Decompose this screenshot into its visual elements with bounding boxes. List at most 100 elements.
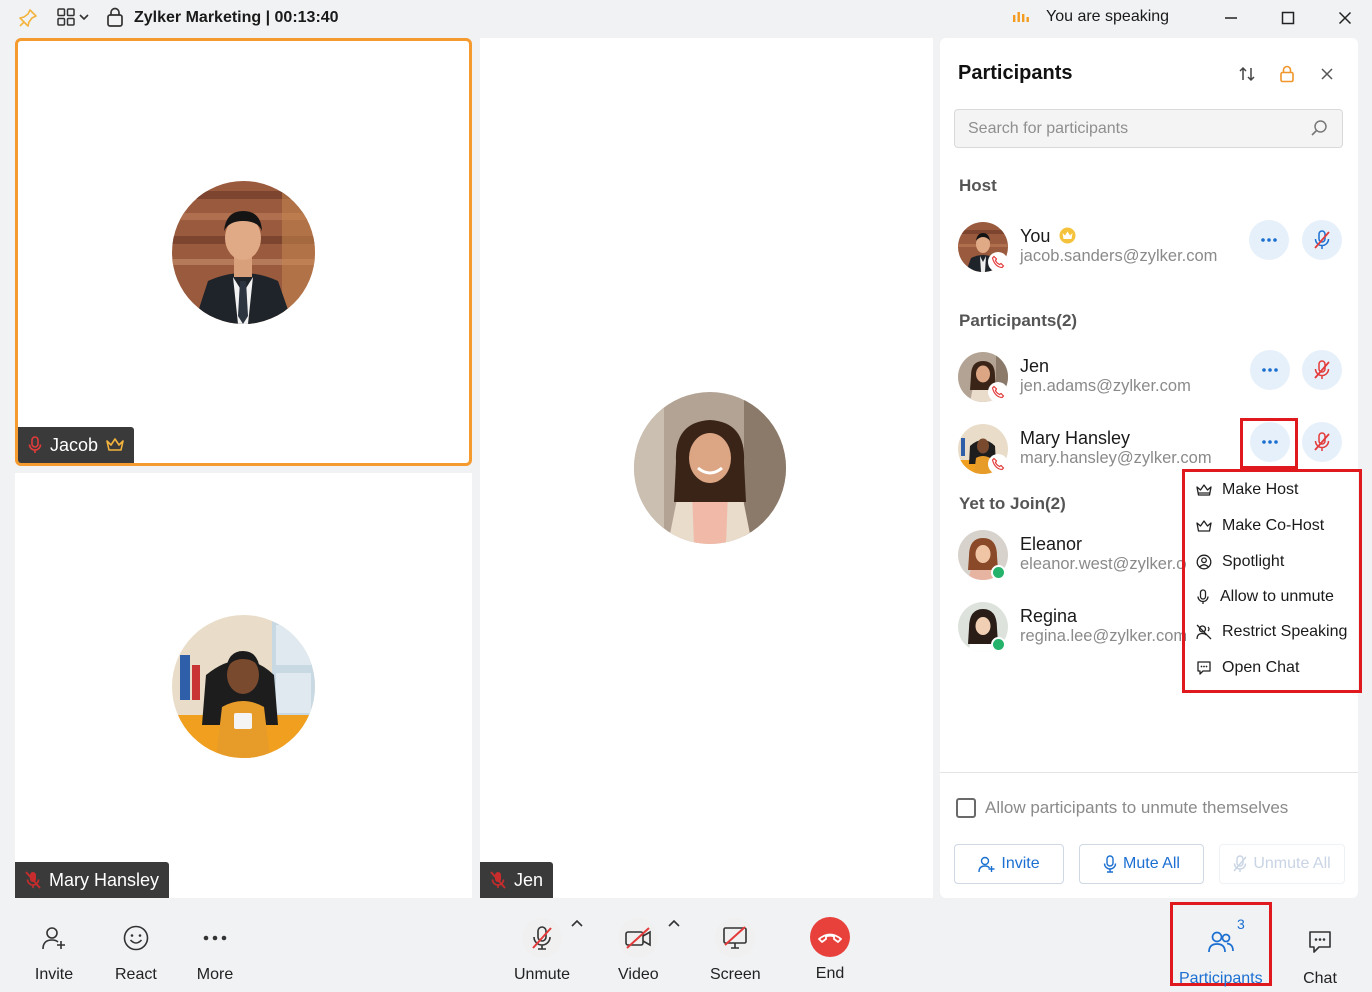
chevron-up-icon — [571, 919, 583, 927]
allow-unmute-checkbox[interactable] — [956, 798, 976, 818]
layout-switcher[interactable] — [57, 8, 89, 26]
video-tile-mary[interactable]: Mary Hansley — [15, 473, 472, 898]
mute-toggle-button[interactable] — [1302, 422, 1342, 462]
mute-toggle-button[interactable] — [1302, 220, 1342, 260]
spotlight-icon — [1196, 554, 1212, 570]
meeting-timer: 00:13:40 — [274, 9, 339, 26]
microphone-muted-icon — [1314, 230, 1330, 249]
add-user-icon — [978, 856, 995, 872]
more-dots-icon — [1262, 368, 1278, 372]
participant-name: Mary Hansley — [49, 869, 160, 890]
pin-icon[interactable] — [17, 7, 39, 29]
microphone-icon — [1103, 855, 1117, 873]
react-tool-button[interactable]: React — [115, 918, 157, 984]
phone-icon — [988, 252, 1008, 272]
video-tool-button[interactable]: Video — [618, 918, 659, 984]
more-dots-icon — [203, 935, 227, 941]
panel-title: Participants — [958, 62, 1073, 84]
host-crown-icon — [1059, 227, 1076, 244]
search-icon[interactable] — [1310, 119, 1328, 137]
mute-toggle-button[interactable] — [1302, 350, 1342, 390]
microphone-muted-icon — [1314, 432, 1330, 451]
search-input[interactable] — [955, 110, 1295, 147]
participant-row-jen[interactable]: Jen jen.adams@zylker.com — [956, 350, 1346, 408]
sort-icon — [1239, 66, 1255, 82]
microphone-icon — [28, 436, 42, 453]
mute-all-button-label: Mute All — [1123, 855, 1180, 872]
screen-share-tool-button[interactable]: Screen — [710, 918, 761, 984]
screen-share-off-icon — [723, 926, 748, 949]
video-tile-jen[interactable]: Jen — [480, 38, 933, 898]
chat-tool-button[interactable]: Chat — [1300, 922, 1340, 988]
participant-name: Eleanor — [1020, 534, 1083, 554]
lock-meeting-button[interactable] — [1274, 62, 1300, 86]
participants-section-label: Participants(2) — [959, 311, 1078, 330]
participants-icon — [1207, 931, 1234, 953]
more-options-button[interactable] — [1250, 422, 1290, 462]
participants-tool-button[interactable]: Participants — [1179, 922, 1263, 988]
participants-label: Participants — [1179, 970, 1263, 987]
invite-tool-button[interactable]: Invite — [34, 918, 74, 984]
title-bar: Zylker Marketing | 00:13:40 You are spea… — [0, 0, 1372, 36]
chevron-up-icon — [668, 919, 680, 927]
unmute-tool-button[interactable]: Unmute — [514, 918, 570, 984]
speaking-status: You are speaking — [1046, 8, 1170, 25]
participant-row-host[interactable]: You jacob.sanders@zylker.com — [956, 220, 1346, 278]
minimize-icon — [1225, 17, 1237, 19]
screen-label: Screen — [710, 966, 761, 983]
meeting-toolbar: Invite React More Unmute Video Screen En… — [0, 900, 1372, 992]
participant-email: eleanor.west@zylker.com — [1020, 555, 1208, 573]
end-call-button[interactable]: End — [810, 917, 850, 983]
hang-up-icon — [818, 933, 842, 943]
video-tile-jacob[interactable]: Jacob — [15, 38, 472, 466]
menu-item-make-host[interactable]: Make Host — [1196, 475, 1298, 505]
more-options-button[interactable] — [1249, 220, 1289, 260]
video-off-icon — [625, 927, 652, 949]
close-window-button[interactable] — [1332, 6, 1358, 30]
participant-email: mary.hansley@zylker.com — [1020, 449, 1212, 467]
participant-email: jen.adams@zylker.com — [1020, 377, 1191, 395]
name-tag-mary: Mary Hansley — [15, 862, 170, 898]
maximize-button[interactable] — [1275, 6, 1301, 30]
panel-footer-divider — [940, 772, 1358, 773]
unmute-all-button[interactable]: Unmute All — [1219, 844, 1345, 884]
menu-item-restrict-speaking[interactable]: Restrict Speaking — [1196, 617, 1347, 647]
meeting-name: Zylker Marketing | — [134, 9, 271, 26]
unmute-label: Unmute — [514, 966, 571, 983]
crown-icon — [1196, 484, 1212, 496]
meeting-title: Zylker Marketing | 00:13:40 — [134, 9, 339, 27]
invite-button[interactable]: Invite — [954, 844, 1064, 884]
participant-name: You — [1020, 226, 1076, 247]
participant-options-menu: Make Host Make Co-Host Spotlight Allow t… — [1186, 472, 1358, 690]
audio-level-icon — [1013, 12, 1029, 22]
sort-button[interactable] — [1234, 62, 1260, 86]
lock-icon — [106, 7, 124, 32]
chat-label: Chat — [1303, 970, 1337, 987]
more-label: More — [196, 966, 234, 983]
video-options-caret[interactable] — [668, 914, 680, 930]
menu-item-spotlight[interactable]: Spotlight — [1196, 547, 1284, 577]
menu-item-allow-to-unmute[interactable]: Allow to unmute — [1196, 582, 1334, 612]
phone-icon — [988, 454, 1008, 474]
menu-item-make-co-host[interactable]: Make Co-Host — [1196, 511, 1324, 541]
avatar-jacob — [172, 181, 315, 324]
participant-name: Regina — [1020, 606, 1078, 626]
end-label: End — [815, 965, 845, 982]
menu-item-open-chat[interactable]: Open Chat — [1196, 653, 1299, 683]
chat-icon — [1197, 661, 1211, 675]
phone-icon — [988, 382, 1008, 402]
close-panel-button[interactable] — [1314, 62, 1340, 86]
restrict-speaking-icon — [1196, 624, 1212, 640]
minimize-button[interactable] — [1218, 6, 1244, 30]
maximize-icon — [1281, 11, 1295, 25]
mute-all-button[interactable]: Mute All — [1079, 844, 1204, 884]
microphone-muted-icon — [1233, 855, 1247, 872]
avatar-jen — [634, 392, 786, 544]
more-tool-button[interactable]: More — [195, 918, 235, 984]
more-dots-icon — [1261, 238, 1277, 242]
crown-icon — [106, 438, 124, 451]
host-section-label: Host — [959, 176, 997, 195]
more-dots-icon — [1262, 440, 1278, 444]
more-options-button[interactable] — [1250, 350, 1290, 390]
audio-options-caret[interactable] — [571, 914, 583, 930]
